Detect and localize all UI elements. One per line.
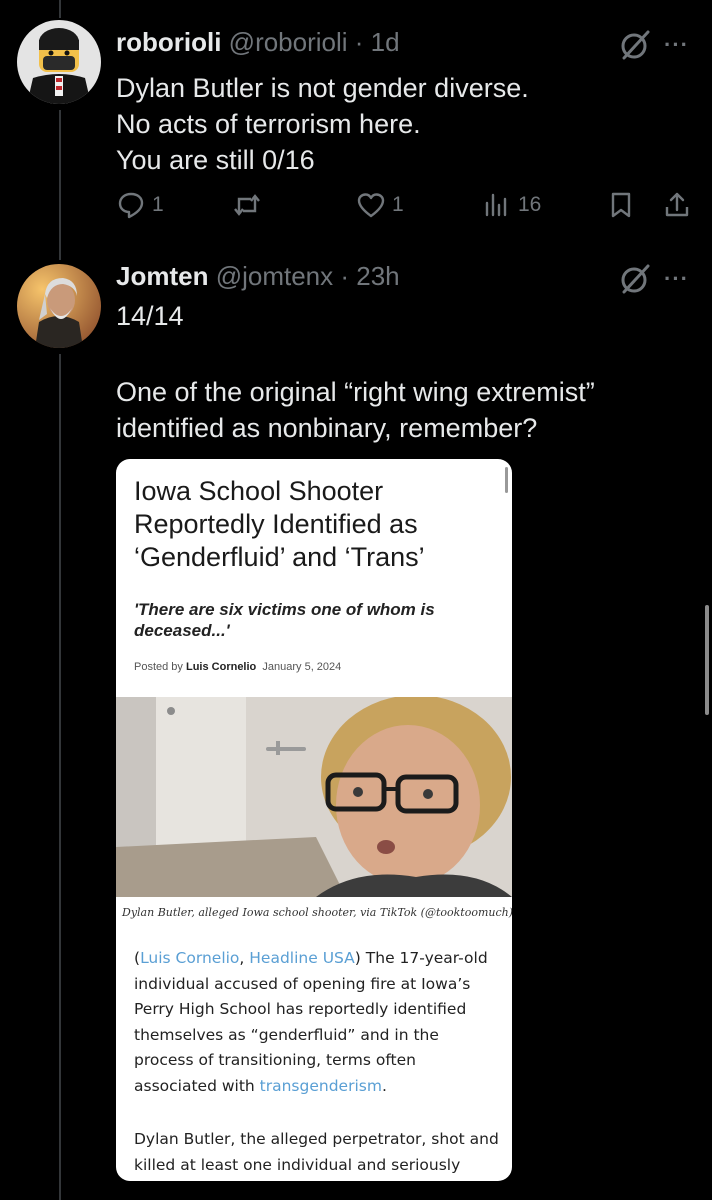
attached-image[interactable]: Iowa School Shooter Reportedly Identifie… [116, 459, 512, 1181]
author-name[interactable]: Jomten [116, 261, 208, 291]
para-sep: , [239, 949, 250, 967]
article-title: Iowa School Shooter Reportedly Identifie… [134, 476, 425, 572]
reply-button[interactable]: 1 [116, 190, 164, 220]
article-photo [116, 697, 512, 897]
heart-icon [357, 193, 385, 218]
transgenderism-link[interactable]: transgenderism [260, 1077, 382, 1095]
post-text-line: Dylan Butler is not gender diverse. [116, 73, 529, 103]
grok-icon[interactable] [618, 262, 652, 296]
posted-by-label: Posted by [134, 661, 183, 673]
author-link[interactable]: Luis Cornelio [140, 949, 239, 967]
post-header: Jomten @jomtenx · 23h [116, 260, 400, 292]
post-text-line: identified as nonbinary, remember? [116, 413, 538, 443]
article-date: January 5, 2024 [262, 661, 342, 673]
bookmark-icon [611, 192, 631, 218]
page-scrollbar[interactable] [705, 605, 709, 715]
action-bar: 1 1 16 [116, 190, 696, 224]
article-byline: Posted by Luis Cornelio January 5, 2024 [134, 661, 341, 673]
post-text: Dylan Butler is not gender diverse. No a… [116, 70, 529, 178]
repost-button[interactable] [232, 190, 268, 220]
share-icon [665, 192, 689, 217]
thread-line-top [59, 0, 61, 18]
author-handle[interactable]: @roborioli [229, 27, 348, 57]
article-author: Luis Cornelio [185, 661, 257, 673]
thread-line-middle [59, 110, 61, 260]
views-icon [485, 193, 507, 217]
avatar-jomten[interactable] [17, 264, 101, 348]
author-handle[interactable]: @jomtenx [216, 261, 333, 291]
more-icon[interactable]: ··· [664, 32, 689, 58]
reply-icon [118, 192, 144, 219]
thread-line-bottom [59, 354, 61, 1200]
repost-icon [234, 194, 260, 216]
article-subtitle: 'There are six victims one of whom is de… [134, 600, 435, 640]
reply-count: 1 [152, 193, 164, 216]
post-text: 14/14 [116, 298, 184, 370]
outlet-link[interactable]: Headline USA [249, 949, 355, 967]
more-icon[interactable]: ··· [664, 266, 689, 292]
card-scrollbar [505, 467, 508, 493]
post-text-line: No acts of terrorism here. [116, 109, 421, 139]
dot-separator: · [347, 27, 371, 57]
grok-icon[interactable] [618, 28, 652, 62]
share-button[interactable] [662, 190, 692, 220]
article-paragraph-2: Dylan Butler, the alleged perpetrator, s… [134, 1130, 499, 1174]
post-text-spacer [116, 334, 184, 370]
post-header: roborioli @roborioli · 1d [116, 26, 400, 58]
views-button[interactable]: 16 [482, 190, 541, 220]
avatar-roborioli[interactable] [17, 20, 101, 104]
post-time[interactable]: 1d [371, 27, 400, 57]
article-paragraph: (Luis Cornelio, Headline USA) The 17-yea… [134, 946, 499, 1099]
post-text-line: One of the original “right wing extremis… [116, 377, 595, 407]
para-end: . [381, 1076, 387, 1095]
para-body: ) The 17-year-old individual accused of … [134, 949, 488, 1095]
post-text-line: 14/14 [116, 301, 184, 331]
like-count: 1 [392, 193, 404, 216]
dot-separator: · [333, 261, 357, 291]
post-time[interactable]: 23h [356, 261, 399, 291]
like-button[interactable]: 1 [356, 190, 404, 220]
post-text-line: You are still 0/16 [116, 145, 315, 175]
author-name[interactable]: roborioli [116, 27, 221, 57]
photo-caption: Dylan Butler, alleged Iowa school shoote… [122, 906, 512, 919]
post-text-continued: One of the original “right wing extremis… [116, 374, 595, 446]
views-count: 16 [518, 193, 542, 216]
bookmark-button[interactable] [606, 190, 636, 220]
